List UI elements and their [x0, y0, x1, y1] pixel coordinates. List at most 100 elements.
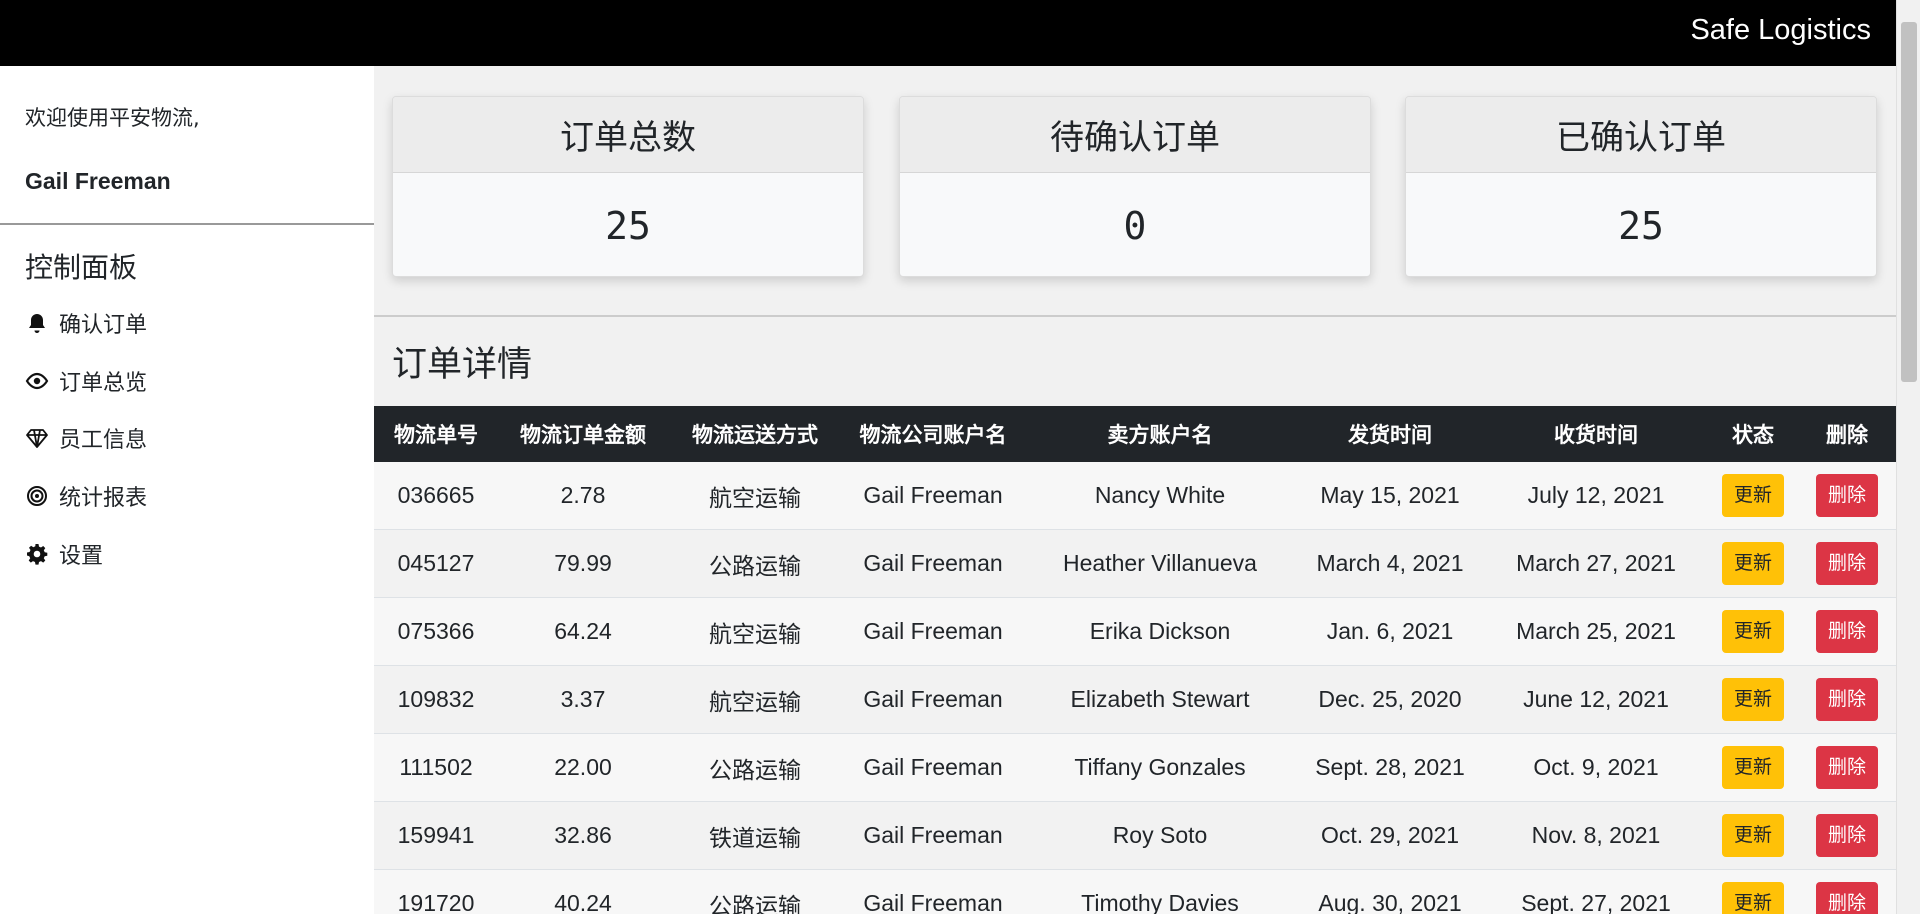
panel-title: 控制面板 [25, 251, 138, 284]
table-cell: 64.24 [554, 618, 612, 644]
table-header: 物流单号 物流订单金额 物流运送方式 物流公司账户名 卖方账户名 发货时间 收货… [374, 406, 1896, 462]
update-button[interactable]: 更新 [1721, 882, 1784, 914]
eye-icon [25, 372, 49, 390]
status-cell: 更新 [1708, 814, 1798, 857]
table-cell: Jan. 6, 2021 [1326, 618, 1454, 644]
card-title: 已确认订单 [1406, 97, 1876, 173]
total-orders-card: 订单总数 25 [392, 96, 864, 277]
update-button[interactable]: 更新 [1721, 746, 1784, 789]
bell-icon [29, 314, 45, 333]
table-cell: June 12, 2021 [1523, 686, 1669, 712]
delete-button[interactable]: 删除 [1815, 882, 1878, 914]
username: Gail Freeman [25, 168, 171, 194]
table-row: 191720 40.24 公路运输 Gail Freeman Timothy Davie… [374, 870, 1896, 914]
column-header: 卖方账户名 [1107, 423, 1213, 447]
table-cell: 159941 [397, 822, 475, 848]
table-cell: 111502 [399, 754, 473, 780]
table-cell: 191720 [397, 890, 475, 914]
table-cell: 22.00 [554, 754, 612, 780]
table-cell: 航空运输 [709, 484, 801, 511]
column-header: 物流公司账户名 [859, 423, 1007, 447]
delete-button[interactable]: 删除 [1815, 542, 1878, 585]
delete-button[interactable]: 删除 [1815, 678, 1878, 721]
delete-cell: 删除 [1798, 814, 1896, 857]
sidebar-item-confirm-orders[interactable]: 确认订单 [25, 305, 147, 341]
table-cell: Gail Freeman [863, 890, 1003, 914]
status-cell: 更新 [1708, 474, 1798, 517]
column-header: 收货时间 [1554, 423, 1638, 447]
sidebar-divider [0, 223, 374, 225]
table-cell: Gail Freeman [863, 754, 1003, 780]
table-cell: 79.99 [554, 550, 612, 576]
column-header: 物流单号 [394, 423, 478, 447]
table-cell: Sept. 27, 2021 [1521, 890, 1671, 914]
table-cell: 公路运输 [709, 892, 801, 914]
delete-button[interactable]: 删除 [1815, 474, 1878, 517]
confirmed-orders-card: 已确认订单 25 [1405, 96, 1877, 277]
status-cell: 更新 [1708, 882, 1798, 914]
update-button[interactable]: 更新 [1721, 678, 1784, 721]
table-row: 045127 79.99 公路运输 Gail Freeman Heather Villa… [374, 530, 1896, 598]
top-navbar: Safe Logistics [0, 0, 1896, 66]
status-cell: 更新 [1708, 746, 1798, 789]
delete-cell: 删除 [1798, 882, 1896, 914]
sidebar-item-order-overview[interactable]: 订单总览 [25, 363, 147, 399]
vertical-scrollbar[interactable] [1896, 0, 1920, 914]
delete-button[interactable]: 删除 [1815, 610, 1878, 653]
table-cell: March 25, 2021 [1516, 618, 1676, 644]
table-cell: Oct. 9, 2021 [1533, 754, 1659, 780]
table-cell: 公路运输 [709, 756, 801, 783]
brand-title[interactable]: Safe Logistics [1690, 14, 1871, 47]
status-cell: 更新 [1708, 542, 1798, 585]
column-header: 删除 [1826, 423, 1868, 447]
table-row: 036665 2.78 航空运输 Gail Freeman Nancy White May… [374, 462, 1896, 530]
sidebar-item-settings[interactable]: 设置 [25, 536, 103, 572]
target-icon [27, 486, 47, 506]
table-cell: Nancy White [1094, 482, 1226, 508]
column-header: 发货时间 [1348, 423, 1432, 447]
sidebar-item-label: 确认订单 [59, 313, 148, 338]
table-row: 075366 64.24 航空运输 Gail Freeman Erika Dickson… [374, 598, 1896, 666]
card-value: 25 [605, 203, 651, 248]
table-cell: 公路运输 [709, 552, 801, 579]
delete-cell: 删除 [1798, 542, 1896, 585]
update-button[interactable]: 更新 [1721, 474, 1784, 517]
table-cell: July 12, 2021 [1527, 482, 1665, 508]
card-value: 25 [1618, 203, 1664, 248]
table-cell: Roy Soto [1112, 822, 1208, 848]
table-row: 109832 3.37 航空运输 Gail Freeman Elizabeth Stew… [374, 666, 1896, 734]
update-button[interactable]: 更新 [1721, 542, 1784, 585]
table-cell: March 4, 2021 [1316, 550, 1464, 576]
table-cell: 3.37 [560, 686, 606, 712]
table-row: 159941 32.86 铁道运输 Gail Freeman Roy Soto Oct. … [374, 802, 1896, 870]
delete-button[interactable]: 删除 [1815, 746, 1878, 789]
table-cell: 109832 [397, 686, 475, 712]
sidebar-item-reports[interactable]: 统计报表 [25, 478, 147, 514]
table-cell: 045127 [397, 550, 475, 576]
sidebar-item-label: 统计报表 [59, 486, 148, 511]
table-cell: 32.86 [554, 822, 612, 848]
table-cell: 2.78 [560, 482, 606, 508]
update-button[interactable]: 更新 [1721, 610, 1784, 653]
table-cell: Sept. 28, 2021 [1315, 754, 1465, 780]
update-button[interactable]: 更新 [1721, 814, 1784, 857]
card-value: 0 [1123, 203, 1147, 248]
delete-button[interactable]: 删除 [1815, 814, 1878, 857]
orders-table: 物流单号 物流订单金额 物流运送方式 物流公司账户名 卖方账户名 发货时间 收货… [374, 406, 1896, 914]
table-cell: Heather Villanueva [1063, 550, 1257, 576]
column-header: 物流运送方式 [692, 423, 818, 447]
sidebar: 欢迎使用平安物流, Gail Freeman 控制面板 确认订单 订单总览 员工… [0, 66, 374, 914]
scrollbar-thumb[interactable] [1901, 22, 1917, 382]
card-title: 待确认订单 [900, 97, 1370, 173]
table-cell: 航空运输 [709, 620, 801, 647]
table-cell: Elizabeth Stewart [1070, 686, 1250, 712]
gear-icon [27, 544, 48, 565]
table-cell: Timothy Davies [1081, 890, 1239, 914]
column-header: 状态 [1732, 423, 1774, 447]
sidebar-item-staff-info[interactable]: 员工信息 [25, 420, 147, 456]
status-cell: 更新 [1708, 610, 1798, 653]
sidebar-item-label: 设置 [59, 544, 104, 569]
table-cell: Oct. 29, 2021 [1320, 822, 1460, 848]
table-cell: Gail Freeman [863, 482, 1003, 508]
table-cell: Erika Dickson [1089, 618, 1231, 644]
